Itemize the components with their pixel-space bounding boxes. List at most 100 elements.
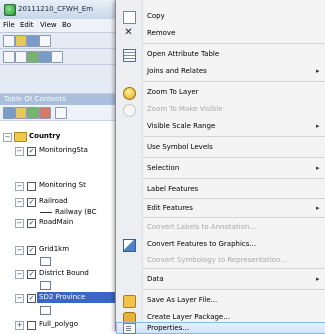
layer-visibility-checkbox[interactable]: ✓ xyxy=(27,198,36,207)
layer-visibility-checkbox[interactable]: ✓ xyxy=(27,246,36,255)
collapse-layer-icon[interactable]: + xyxy=(15,321,24,330)
toc-root-country[interactable]: Country xyxy=(29,132,60,140)
toc-layer-railroad[interactable]: Railroad xyxy=(39,197,68,205)
menu-label: Joins and Relates xyxy=(147,67,207,75)
pan-icon[interactable] xyxy=(27,51,39,63)
menu-bookmarks[interactable]: Bo xyxy=(62,21,71,29)
title-bar: 20111210_CFWH_Em ✕ xyxy=(0,0,132,20)
zoom-visible-icon xyxy=(123,104,136,117)
menu-label: Zoom To Make Visible xyxy=(147,105,223,113)
print-icon[interactable] xyxy=(39,35,51,47)
menu-item-data[interactable]: Data ▸ xyxy=(116,271,325,288)
menu-separator xyxy=(143,178,325,179)
menu-label: Convert Labels to Annotation... xyxy=(147,223,256,231)
menu-label: Selection xyxy=(147,164,180,172)
menu-label: Create Layer Package... xyxy=(147,313,230,321)
menu-label: Save As Layer File... xyxy=(147,296,218,304)
submenu-arrow-icon: ▸ xyxy=(316,164,320,172)
properties-icon xyxy=(123,323,136,334)
toc-layer-full-polygo[interactable]: Full_polygo xyxy=(39,320,78,328)
collapse-layer-icon[interactable]: − xyxy=(15,147,24,156)
menu-item-save-as-layer-file[interactable]: Save As Layer File... xyxy=(116,292,325,309)
province-legend-symbol xyxy=(40,306,51,315)
menu-label: Convert Symbology to Representation... xyxy=(147,256,288,264)
list-by-selection-icon[interactable] xyxy=(39,107,51,119)
zoom-in-icon[interactable] xyxy=(3,51,15,63)
fixed-zoom-icon[interactable] xyxy=(51,51,63,63)
zoom-out-icon[interactable] xyxy=(15,51,27,63)
menu-separator xyxy=(143,157,325,158)
menu-separator xyxy=(143,289,325,290)
zoom-to-layer-icon xyxy=(123,87,136,100)
menu-item-remove[interactable]: ✕ Remove xyxy=(116,25,325,42)
new-document-icon[interactable] xyxy=(3,35,15,47)
collapse-layer-icon[interactable]: − xyxy=(15,182,24,191)
menu-view[interactable]: View xyxy=(40,21,57,29)
layer-visibility-checkbox[interactable]: ✓ xyxy=(27,294,36,303)
collapse-layer-icon[interactable]: − xyxy=(15,198,24,207)
arcmap-window: 20111210_CFWH_Em ✕ File Edit View Bo Tab… xyxy=(0,0,133,331)
full-extent-icon[interactable] xyxy=(39,51,51,63)
menu-separator xyxy=(143,43,325,44)
save-icon[interactable] xyxy=(27,35,39,47)
menu-item-visible-scale-range[interactable]: Visible Scale Range ▸ xyxy=(116,118,325,135)
toc-options-icon[interactable] xyxy=(55,107,67,119)
toc-layer-grid1km[interactable]: Grid1km xyxy=(39,245,69,253)
menu-bar: File Edit View Bo xyxy=(0,19,132,33)
menu-separator xyxy=(143,136,325,137)
toc-layer-roadmain[interactable]: RoadMain xyxy=(39,218,73,226)
menu-item-label-features[interactable]: Label Features xyxy=(116,181,325,198)
menu-label: Data xyxy=(147,275,164,283)
menu-edit[interactable]: Edit xyxy=(20,21,34,29)
toc-layer-monitoring-st[interactable]: Monitoring St xyxy=(39,181,86,189)
menu-item-use-symbol-levels[interactable]: Use Symbol Levels xyxy=(116,139,325,156)
list-by-source-icon[interactable] xyxy=(15,107,27,119)
layer-visibility-checkbox[interactable]: ✓ xyxy=(27,270,36,279)
menu-label: Label Features xyxy=(147,185,199,193)
collapse-layer-icon[interactable]: − xyxy=(15,246,24,255)
menu-separator xyxy=(143,198,325,199)
menu-label: Use Symbol Levels xyxy=(147,143,213,151)
menu-item-joins-and-relates[interactable]: Joins and Relates ▸ xyxy=(116,63,325,80)
menu-item-selection[interactable]: Selection ▸ xyxy=(116,160,325,177)
toc-layer-monitoringsta[interactable]: MonitoringSta xyxy=(39,146,88,154)
list-by-visibility-icon[interactable] xyxy=(27,107,39,119)
submenu-arrow-icon: ▸ xyxy=(316,67,320,75)
menu-label: Edit Features xyxy=(147,204,193,212)
menu-item-zoom-to-make-visible: Zoom To Make Visible xyxy=(116,101,325,118)
standard-toolbar xyxy=(0,33,132,49)
window-title: 20111210_CFWH_Em xyxy=(18,5,93,13)
layer-visibility-checkbox[interactable] xyxy=(27,321,36,330)
collapse-country-icon[interactable]: − xyxy=(3,133,12,142)
menu-separator xyxy=(143,81,325,82)
collapse-layer-icon[interactable]: − xyxy=(15,219,24,228)
menu-item-convert-features-to-graphics[interactable]: Convert Features to Graphics... xyxy=(116,236,325,253)
toc-title: Table Of Contents xyxy=(4,95,67,103)
arcmap-app-icon xyxy=(4,4,16,16)
menu-item-zoom-to-layer[interactable]: Zoom To Layer xyxy=(116,84,325,101)
toc-toolbar xyxy=(0,105,132,121)
toc-layer-district-bound[interactable]: District Bound xyxy=(39,269,89,277)
menu-item-open-attribute-table[interactable]: Open Attribute Table xyxy=(116,46,325,63)
collapse-layer-icon[interactable]: − xyxy=(15,294,24,303)
menu-file[interactable]: File xyxy=(3,21,15,29)
menu-label: Copy xyxy=(147,12,165,20)
arcmap-screen: 20111210_CFWH_Em ✕ File Edit View Bo Tab… xyxy=(0,0,325,334)
list-by-drawing-order-icon[interactable] xyxy=(3,107,15,119)
menu-item-properties[interactable]: Properties... xyxy=(116,322,325,334)
menu-item-convert-symbology-to-representation: Convert Symbology to Representation... xyxy=(116,252,325,269)
menu-item-edit-features[interactable]: Edit Features ▸ xyxy=(116,200,325,217)
layer-visibility-checkbox[interactable]: ✓ xyxy=(27,147,36,156)
layer-visibility-checkbox[interactable] xyxy=(27,182,36,191)
toolbar-area xyxy=(0,65,132,94)
menu-item-copy[interactable]: Copy xyxy=(116,8,325,25)
layer-visibility-checkbox[interactable]: ✓ xyxy=(27,219,36,228)
save-layer-icon xyxy=(123,295,136,308)
collapse-layer-icon[interactable]: − xyxy=(15,270,24,279)
menu-label: Visible Scale Range xyxy=(147,122,216,130)
menu-label: Zoom To Layer xyxy=(147,88,199,96)
grid-legend-symbol xyxy=(40,257,51,266)
menu-separator xyxy=(143,268,325,269)
open-folder-icon[interactable] xyxy=(15,35,27,47)
menu-label: Convert Features to Graphics... xyxy=(147,240,257,248)
